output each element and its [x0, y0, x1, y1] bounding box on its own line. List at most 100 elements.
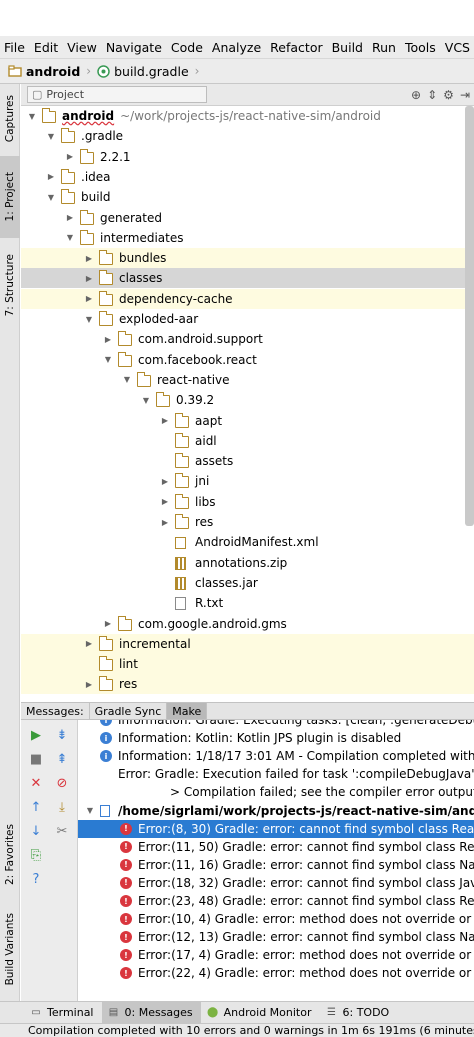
menu-edit[interactable]: Edit	[34, 40, 58, 55]
error-message[interactable]: ! Error:(18, 32) Gradle: error: cannot fi…	[78, 874, 474, 892]
menu-vcs[interactable]: VCS	[445, 40, 470, 55]
chevron-down-icon[interactable]: ▼	[103, 355, 113, 365]
error-message[interactable]: ! Error:(10, 4) Gradle: error: method doe…	[78, 910, 474, 928]
tree-item[interactable]: ▶ generated	[21, 208, 474, 228]
tree-item[interactable]: ▶ bundles	[21, 248, 474, 269]
error-message[interactable]: ! Error:(23, 48) Gradle: error: cannot fi…	[78, 892, 474, 910]
tab-captures[interactable]: Captures	[0, 84, 20, 154]
chevron-right-icon[interactable]: ▶	[84, 679, 94, 689]
tree-item[interactable]: ▼ intermediates	[21, 228, 474, 248]
tab-6-todo[interactable]: ☰ 6: TODO	[320, 1002, 398, 1023]
menu-navigate[interactable]: Navigate	[106, 40, 162, 55]
tree-item[interactable]: annotations.zip	[21, 553, 474, 573]
error-message[interactable]: ! Error:(11, 16) Gradle: error: cannot fi…	[78, 856, 474, 874]
chevron-down-icon[interactable]: ▼	[84, 314, 94, 324]
tree-item[interactable]: ▶ classes	[21, 268, 474, 289]
tree-item[interactable]: lint	[21, 654, 474, 675]
tree-item[interactable]: ▶ res	[21, 674, 474, 695]
tree-item[interactable]: ▶ incremental	[21, 633, 474, 654]
chevron-right-icon[interactable]: ▶	[103, 334, 113, 344]
menu-build[interactable]: Build	[332, 40, 363, 55]
message-row[interactable]: ▼ /home/sigrlami/work/projects-js/react-n…	[78, 802, 474, 820]
tree-item[interactable]: ▼ exploded-aar	[21, 309, 474, 329]
menu-refactor[interactable]: Refactor	[270, 40, 322, 55]
chevron-right-icon[interactable]: ▶	[103, 619, 113, 629]
tab-0-messages[interactable]: ▤ 0: Messages	[101, 1002, 201, 1023]
chevron-right-icon[interactable]: ▶	[160, 416, 170, 426]
tree-scrollbar[interactable]	[465, 106, 474, 526]
tree-item[interactable]: ▼ com.facebook.react	[21, 350, 474, 370]
tab-terminal[interactable]: ▭ Terminal	[24, 1002, 102, 1023]
tree-item[interactable]: ▶ com.android.support	[21, 329, 474, 349]
show-errors-icon[interactable]: ⊘	[53, 774, 71, 792]
message-row[interactable]: i Information: Kotlin: Kotlin JPS plugin …	[78, 729, 474, 747]
chevron-right-icon[interactable]: ▶	[65, 213, 75, 223]
chevron-down-icon[interactable]: ▼	[46, 131, 56, 141]
tab-make[interactable]: Make	[167, 703, 208, 719]
message-row[interactable]: i Information: Gradle: Executing tasks: […	[78, 720, 474, 729]
chevron-right-icon[interactable]: ▶	[160, 497, 170, 507]
tree-item[interactable]: ▼ 0.39.2	[21, 390, 474, 410]
chevron-down-icon[interactable]: ▼	[141, 395, 151, 405]
rerun-icon[interactable]: ▶	[27, 726, 45, 744]
next-icon[interactable]: ↓	[27, 822, 45, 840]
chevron-right-icon[interactable]: ▶	[46, 172, 56, 182]
message-row[interactable]: i Information: 1/18/17 3:01 AM - Compilat…	[78, 747, 474, 765]
menu-code[interactable]: Code	[171, 40, 203, 55]
wrench-icon[interactable]: ✂	[53, 822, 71, 840]
help-icon[interactable]: ?	[27, 870, 45, 888]
chevron-right-icon[interactable]: ▶	[160, 517, 170, 527]
message-row[interactable]: > Compilation failed; see the compiler e…	[78, 783, 474, 801]
sync-icon[interactable]: ⊕	[411, 88, 421, 102]
menu-analyze[interactable]: Analyze	[212, 40, 261, 55]
error-message[interactable]: ! Error:(17, 4) Gradle: error: method doe…	[78, 946, 474, 964]
chevron-right-icon[interactable]: ▶	[84, 273, 94, 283]
tab-android-monitor[interactable]: ⬤ Android Monitor	[201, 1002, 320, 1023]
stop-icon[interactable]: ■	[27, 750, 45, 768]
chevron-down-icon[interactable]: ▼	[84, 805, 96, 817]
tab-favorites[interactable]: 2: Favorites	[0, 814, 20, 894]
chevron-right-icon[interactable]: ▶	[160, 476, 170, 486]
tree-item[interactable]: ▶ 2.2.1	[21, 147, 474, 167]
tree-item[interactable]: classes.jar	[21, 573, 474, 593]
tree-item[interactable]: ▶ jni	[21, 471, 474, 491]
tree-item[interactable]: AndroidManifest.xml	[21, 532, 474, 552]
chevron-right-icon[interactable]: ▶	[65, 152, 75, 162]
error-message[interactable]: ! Error:(12, 13) Gradle: error: cannot fi…	[78, 928, 474, 946]
tree-item[interactable]: ▼ react-native	[21, 370, 474, 390]
tree-item[interactable]: ▶ aapt	[21, 411, 474, 431]
menu-file[interactable]: File	[4, 40, 25, 55]
tree-item[interactable]: ▼ android ~/work/projects-js/react-native-…	[21, 106, 474, 126]
breadcrumb-file[interactable]: build.gradle	[97, 64, 189, 79]
chevron-right-icon[interactable]: ▶	[84, 253, 94, 263]
chevron-right-icon[interactable]: ▶	[84, 294, 94, 304]
settings-icon[interactable]: ⚙	[443, 88, 454, 102]
tree-item[interactable]: R.txt	[21, 593, 474, 613]
error-message[interactable]: ! Error:(8, 30) Gradle: error: cannot fin…	[78, 819, 474, 838]
menu-tools[interactable]: Tools	[405, 40, 436, 55]
chevron-right-icon[interactable]: ▶	[84, 639, 94, 649]
jump-to-source-icon[interactable]: ⎘	[27, 846, 45, 864]
tree-item[interactable]: assets	[21, 451, 474, 471]
expand-all-icon[interactable]: ⇟	[53, 726, 71, 744]
menu-view[interactable]: View	[67, 40, 97, 55]
error-message[interactable]: ! Error:(11, 50) Gradle: error: cannot fi…	[78, 838, 474, 856]
project-view-select[interactable]: ▢ Project	[27, 86, 207, 103]
tab-build-variants[interactable]: Build Variants	[0, 906, 20, 992]
chevron-down-icon[interactable]: ▼	[65, 233, 75, 243]
tree-item[interactable]: ▶ dependency-cache	[21, 288, 474, 309]
tab-structure[interactable]: 7: Structure	[0, 244, 20, 326]
hide-icon[interactable]: ⇥	[460, 88, 470, 102]
tree-item[interactable]: aidl	[21, 431, 474, 451]
export-icon[interactable]: ⤓	[53, 798, 71, 816]
previous-icon[interactable]: ↑	[27, 798, 45, 816]
message-row[interactable]: Error: Gradle: Execution failed for task…	[78, 765, 474, 783]
chevron-down-icon[interactable]: ▼	[46, 192, 56, 202]
menu-run[interactable]: Run	[372, 40, 396, 55]
collapse-all-icon[interactable]: ⇞	[53, 750, 71, 768]
tree-item[interactable]: ▶ libs	[21, 492, 474, 512]
collapse-icon[interactable]: ⇕	[427, 88, 437, 102]
breadcrumb-project[interactable]: android	[8, 64, 80, 79]
tree-item[interactable]: ▼ build	[21, 187, 474, 207]
tree-item[interactable]: ▶ .idea	[21, 167, 474, 187]
